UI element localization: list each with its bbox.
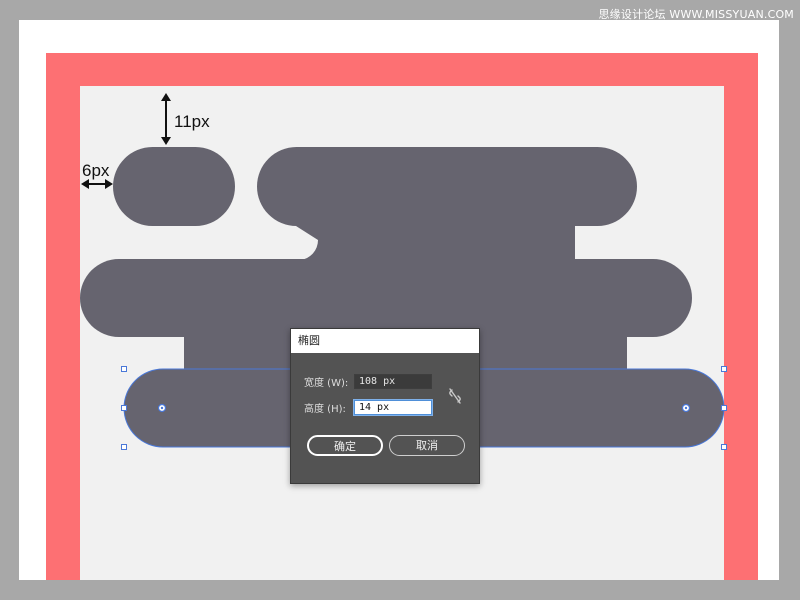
height-row: 高度 (H): [304, 399, 432, 416]
horizontal-measure-label: 6px [82, 161, 110, 180]
handle-mid-right [721, 405, 727, 411]
handle-top-left [121, 366, 127, 372]
handle-bottom-left [121, 444, 127, 450]
handle-bottom-right [721, 444, 727, 450]
ellipse-dialog: 椭圆 宽度 (W): 高度 (H): 确定 取消 [290, 328, 480, 484]
small-pill-shape[interactable] [113, 147, 235, 226]
ok-button[interactable]: 确定 [307, 435, 383, 456]
top-cloud-shape[interactable] [257, 147, 637, 226]
width-label: 宽度 (W): [304, 378, 349, 389]
dialog-title[interactable]: 椭圆 [291, 329, 479, 353]
height-label: 高度 (H): [304, 404, 346, 415]
vertical-measure-label: 11px [174, 112, 210, 131]
horizontal-measure-arrow [81, 179, 113, 189]
cancel-button[interactable]: 取消 [389, 435, 465, 456]
cloud-notch-left [296, 226, 319, 260]
artwork-layer: 11px 6px [80, 93, 727, 450]
handle-mid-left [121, 405, 127, 411]
handle-top-right [721, 366, 727, 372]
middle-cloud-shape[interactable] [80, 259, 692, 337]
width-row: 宽度 (W): [304, 373, 432, 390]
width-input[interactable] [354, 374, 432, 389]
chain-link-broken-icon[interactable] [447, 387, 463, 405]
height-input[interactable] [354, 400, 432, 415]
vertical-measure-arrow [161, 93, 171, 145]
